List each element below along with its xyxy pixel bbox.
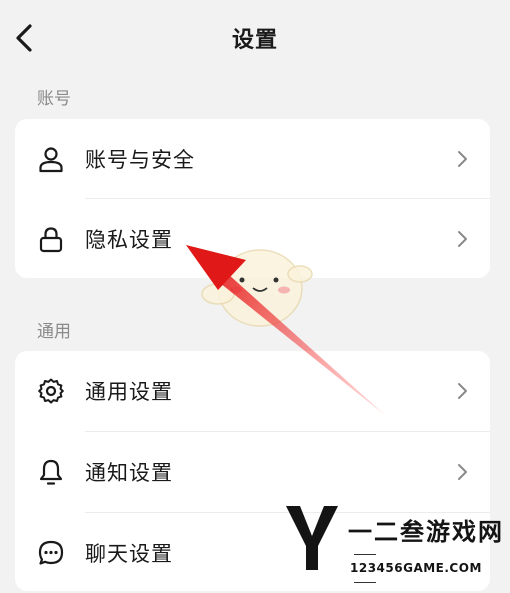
watermark-url-row: 123456GAME.COM xyxy=(350,547,510,589)
person-icon xyxy=(39,147,63,173)
menu-item-account-security[interactable]: 账号与安全 xyxy=(15,119,490,199)
page-title: 设置 xyxy=(231,28,278,53)
watermark-line xyxy=(354,554,376,555)
lock-icon xyxy=(39,227,63,253)
menu-item-label: 隐私设置 xyxy=(85,228,173,252)
menu-item-label: 聊天设置 xyxy=(85,542,173,566)
chevron-right-icon xyxy=(458,383,467,399)
menu-item-label: 通用设置 xyxy=(85,380,173,404)
menu-item-label: 账号与安全 xyxy=(85,148,195,172)
watermark-brand: 一二叁游戏网 xyxy=(348,518,504,546)
bell-icon xyxy=(39,459,63,485)
mascot-watermark-icon xyxy=(201,249,313,327)
site-logo-icon xyxy=(286,506,338,570)
top-bar: 设置 xyxy=(0,0,510,78)
section-label-general: 通用 xyxy=(37,322,71,342)
chevron-right-icon xyxy=(458,151,467,167)
menu-item-notification-settings[interactable]: 通知设置 xyxy=(15,432,490,512)
chat-bubble-icon xyxy=(38,540,64,565)
gear-icon xyxy=(38,378,64,404)
chevron-right-icon xyxy=(458,231,467,247)
section-label-account: 账号 xyxy=(37,89,71,109)
menu-item-general-settings[interactable]: 通用设置 xyxy=(15,351,490,431)
chevron-right-icon xyxy=(458,464,467,480)
watermark-line xyxy=(354,582,376,583)
menu-item-label: 通知设置 xyxy=(85,461,173,485)
